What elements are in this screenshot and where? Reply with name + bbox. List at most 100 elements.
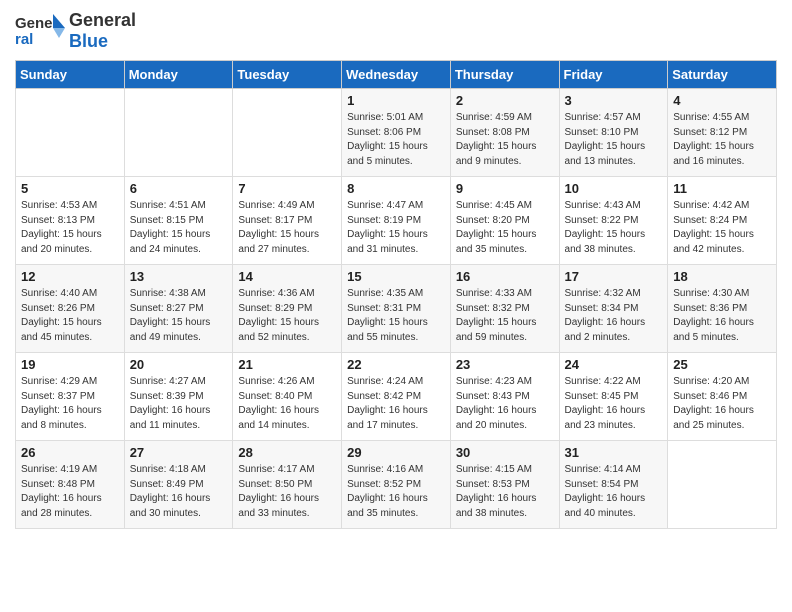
day-info: Sunrise: 4:49 AM Sunset: 8:17 PM Dayligh… (238, 199, 336, 257)
calendar-cell: 28 Sunrise: 4:17 AM Sunset: 8:50 PM Dayli… (233, 441, 342, 529)
day-number: 24 (565, 357, 663, 372)
day-info: Sunrise: 4:42 AM Sunset: 8:24 PM Dayligh… (673, 199, 771, 257)
day-info: Sunrise: 4:38 AM Sunset: 8:27 PM Dayligh… (130, 287, 228, 345)
day-number: 3 (565, 93, 663, 108)
day-number: 11 (673, 181, 771, 196)
day-info: Sunrise: 4:51 AM Sunset: 8:15 PM Dayligh… (130, 199, 228, 257)
day-info: Sunrise: 5:01 AM Sunset: 8:06 PM Dayligh… (347, 111, 445, 169)
calendar-cell: 20Sunrise: 4:27 AM Sunset: 8:39 PM Dayli… (124, 353, 233, 441)
calendar-cell: 1Sunrise: 5:01 AM Sunset: 8:06 PM Daylig… (342, 89, 451, 177)
day-info: Sunrise: 4:14 AM Sunset: 8:54 PM Dayligh… (565, 463, 663, 521)
calendar-week-4: 19 Sunrise: 4:29 AM Sunset: 8:37 PM Dayli… (16, 353, 777, 441)
calendar-cell: 23 Sunrise: 4:23 AM Sunset: 8:43 PM Dayli… (450, 353, 559, 441)
calendar-cell: 6 Sunrise: 4:51 AM Sunset: 8:15 PM Daylig… (124, 177, 233, 265)
calendar-cell: 18Sunrise: 4:30 AM Sunset: 8:36 PM Dayli… (668, 265, 777, 353)
calendar-cell: 13 Sunrise: 4:38 AM Sunset: 8:27 PM Dayli… (124, 265, 233, 353)
calendar-cell: 5 Sunrise: 4:53 AM Sunset: 8:13 PM Daylig… (16, 177, 125, 265)
day-info: Sunrise: 4:16 AM Sunset: 8:52 PM Dayligh… (347, 463, 445, 521)
day-info: Sunrise: 4:17 AM Sunset: 8:50 PM Dayligh… (238, 463, 336, 521)
day-info: Sunrise: 4:27 AM Sunset: 8:39 PM Dayligh… (130, 375, 228, 433)
calendar-cell: 7 Sunrise: 4:49 AM Sunset: 8:17 PM Daylig… (233, 177, 342, 265)
day-info: Sunrise: 4:19 AM Sunset: 8:48 PM Dayligh… (21, 463, 119, 521)
calendar-cell (124, 89, 233, 177)
header-thursday: Thursday (450, 61, 559, 89)
day-info: Sunrise: 4:33 AM Sunset: 8:32 PM Dayligh… (456, 287, 554, 345)
day-number: 8 (347, 181, 445, 196)
day-info: Sunrise: 4:53 AM Sunset: 8:13 PM Dayligh… (21, 199, 119, 257)
day-number: 13 (130, 269, 228, 284)
calendar-cell: 4Sunrise: 4:55 AM Sunset: 8:12 PM Daylig… (668, 89, 777, 177)
day-number: 31 (565, 445, 663, 460)
day-info: Sunrise: 4:20 AM Sunset: 8:46 PM Dayligh… (673, 375, 771, 433)
day-number: 6 (130, 181, 228, 196)
day-info: Sunrise: 4:15 AM Sunset: 8:53 PM Dayligh… (456, 463, 554, 521)
calendar-table: SundayMondayTuesdayWednesdayThursdayFrid… (15, 60, 777, 529)
day-info: Sunrise: 4:32 AM Sunset: 8:34 PM Dayligh… (565, 287, 663, 345)
calendar-header-row: SundayMondayTuesdayWednesdayThursdayFrid… (16, 61, 777, 89)
header-tuesday: Tuesday (233, 61, 342, 89)
day-number: 30 (456, 445, 554, 460)
calendar-cell: 26 Sunrise: 4:19 AM Sunset: 8:48 PM Dayli… (16, 441, 125, 529)
day-number: 5 (21, 181, 119, 196)
day-info: Sunrise: 4:23 AM Sunset: 8:43 PM Dayligh… (456, 375, 554, 433)
calendar-cell: 3 Sunrise: 4:57 AM Sunset: 8:10 PM Daylig… (559, 89, 668, 177)
day-info: Sunrise: 4:55 AM Sunset: 8:12 PM Dayligh… (673, 111, 771, 169)
day-info: Sunrise: 4:43 AM Sunset: 8:22 PM Dayligh… (565, 199, 663, 257)
calendar-week-3: 12 Sunrise: 4:40 AM Sunset: 8:26 PM Dayli… (16, 265, 777, 353)
day-number: 12 (21, 269, 119, 284)
day-info: Sunrise: 4:40 AM Sunset: 8:26 PM Dayligh… (21, 287, 119, 345)
day-info: Sunrise: 4:18 AM Sunset: 8:49 PM Dayligh… (130, 463, 228, 521)
day-number: 26 (21, 445, 119, 460)
calendar-cell: 24Sunrise: 4:22 AM Sunset: 8:45 PM Dayli… (559, 353, 668, 441)
calendar-week-1: 1Sunrise: 5:01 AM Sunset: 8:06 PM Daylig… (16, 89, 777, 177)
day-number: 25 (673, 357, 771, 372)
calendar-cell (668, 441, 777, 529)
day-number: 18 (673, 269, 771, 284)
header-saturday: Saturday (668, 61, 777, 89)
page-header: Gene ral General Blue (15, 10, 777, 52)
day-number: 21 (238, 357, 336, 372)
day-number: 2 (456, 93, 554, 108)
logo-general2: ral (114, 10, 136, 30)
calendar-cell: 9Sunrise: 4:45 AM Sunset: 8:20 PM Daylig… (450, 177, 559, 265)
day-number: 14 (238, 269, 336, 284)
day-info: Sunrise: 4:29 AM Sunset: 8:37 PM Dayligh… (21, 375, 119, 433)
calendar-cell: 10 Sunrise: 4:43 AM Sunset: 8:22 PM Dayli… (559, 177, 668, 265)
day-number: 16 (456, 269, 554, 284)
calendar-cell: 22 Sunrise: 4:24 AM Sunset: 8:42 PM Dayli… (342, 353, 451, 441)
day-number: 19 (21, 357, 119, 372)
calendar-cell: 19 Sunrise: 4:29 AM Sunset: 8:37 PM Dayli… (16, 353, 125, 441)
logo-wordmark: General Blue (69, 10, 136, 52)
calendar-cell: 27 Sunrise: 4:18 AM Sunset: 8:49 PM Dayli… (124, 441, 233, 529)
calendar-cell: 11 Sunrise: 4:42 AM Sunset: 8:24 PM Dayli… (668, 177, 777, 265)
day-number: 27 (130, 445, 228, 460)
day-info: Sunrise: 4:45 AM Sunset: 8:20 PM Dayligh… (456, 199, 554, 257)
calendar-cell: 30 Sunrise: 4:15 AM Sunset: 8:53 PM Dayli… (450, 441, 559, 529)
day-number: 7 (238, 181, 336, 196)
day-number: 29 (347, 445, 445, 460)
day-info: Sunrise: 4:24 AM Sunset: 8:42 PM Dayligh… (347, 375, 445, 433)
header-sunday: Sunday (16, 61, 125, 89)
day-info: Sunrise: 4:57 AM Sunset: 8:10 PM Dayligh… (565, 111, 663, 169)
calendar-cell: 17Sunrise: 4:32 AM Sunset: 8:34 PM Dayli… (559, 265, 668, 353)
calendar-cell: 31 Sunrise: 4:14 AM Sunset: 8:54 PM Dayli… (559, 441, 668, 529)
day-number: 28 (238, 445, 336, 460)
day-info: Sunrise: 4:26 AM Sunset: 8:40 PM Dayligh… (238, 375, 336, 433)
calendar-cell: 14 Sunrise: 4:36 AM Sunset: 8:29 PM Dayli… (233, 265, 342, 353)
calendar-cell: 12 Sunrise: 4:40 AM Sunset: 8:26 PM Dayli… (16, 265, 125, 353)
logo: Gene ral General Blue (15, 10, 136, 52)
day-number: 22 (347, 357, 445, 372)
svg-text:Gene: Gene (15, 15, 53, 32)
day-info: Sunrise: 4:36 AM Sunset: 8:29 PM Dayligh… (238, 287, 336, 345)
day-number: 23 (456, 357, 554, 372)
day-info: Sunrise: 4:47 AM Sunset: 8:19 PM Dayligh… (347, 199, 445, 257)
logo-blue: Blue (69, 31, 108, 51)
calendar-cell: 8 Sunrise: 4:47 AM Sunset: 8:19 PM Daylig… (342, 177, 451, 265)
day-number: 10 (565, 181, 663, 196)
calendar-cell (16, 89, 125, 177)
day-number: 15 (347, 269, 445, 284)
day-info: Sunrise: 4:59 AM Sunset: 8:08 PM Dayligh… (456, 111, 554, 169)
calendar-cell: 2 Sunrise: 4:59 AM Sunset: 8:08 PM Daylig… (450, 89, 559, 177)
calendar-cell: 29 Sunrise: 4:16 AM Sunset: 8:52 PM Dayli… (342, 441, 451, 529)
day-info: Sunrise: 4:35 AM Sunset: 8:31 PM Dayligh… (347, 287, 445, 345)
